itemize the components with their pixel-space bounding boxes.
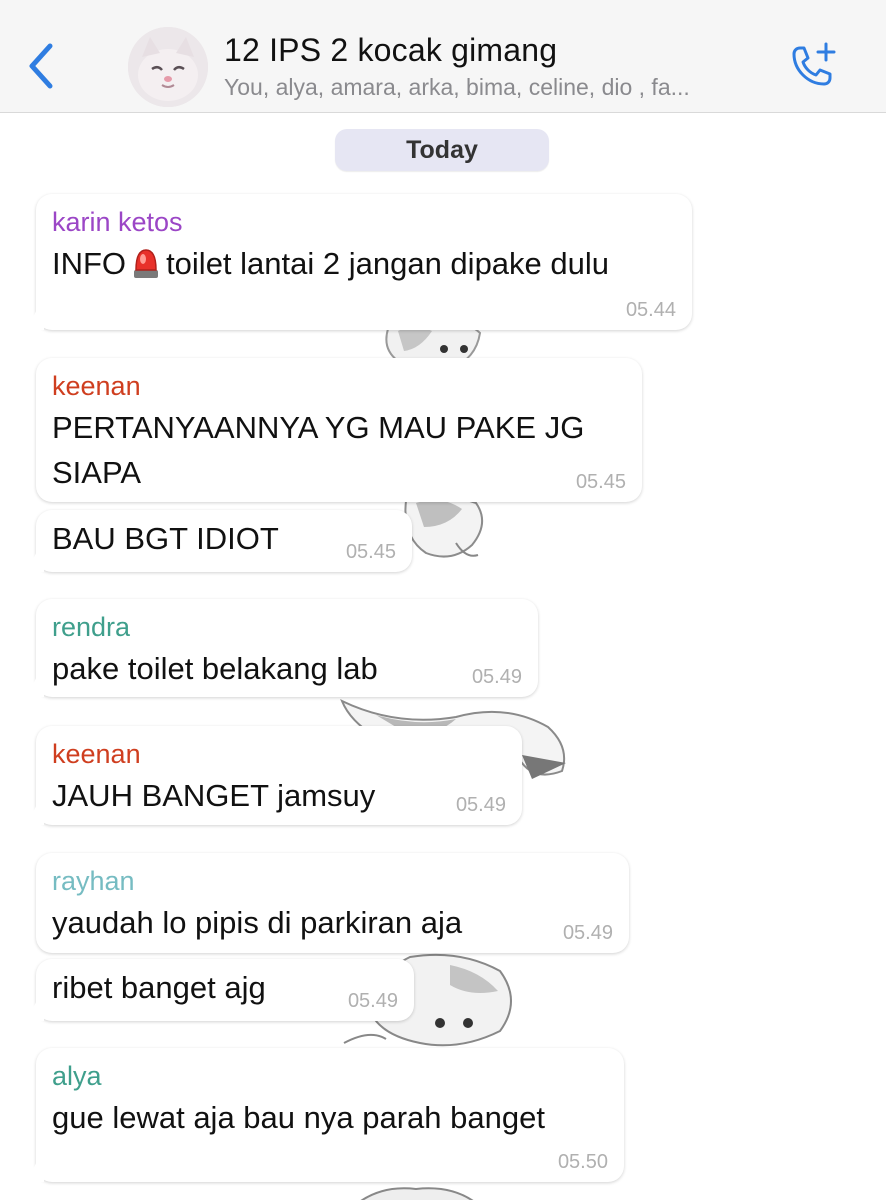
- police-light-icon: [130, 246, 162, 292]
- message-bubble[interactable]: alya gue lewat aja bau nya parah banget …: [36, 1048, 624, 1182]
- message-text: ribet banget ajg: [52, 970, 266, 1005]
- message-bubble[interactable]: karin ketos INFO toilet lantai 2 jangan d…: [36, 194, 692, 330]
- sender-name[interactable]: rayhan: [52, 862, 613, 900]
- message-time: 05.49: [471, 666, 522, 688]
- message-time: 05.49: [562, 922, 613, 944]
- group-members[interactable]: You, alya, amara, arka, bima, celine, di…: [224, 74, 784, 101]
- message-time: 05.44: [625, 299, 676, 321]
- message-bubble[interactable]: keenan JAUH BANGET jamsuy 05.49: [36, 726, 522, 825]
- message-time: 05.50: [557, 1151, 608, 1173]
- message-text: gue lewat aja bau nya parah banget: [52, 1100, 545, 1135]
- message-list[interactable]: Today karin ketos INFO toilet lantai 2 ja…: [0, 113, 886, 1200]
- sender-name[interactable]: keenan: [52, 735, 506, 773]
- message-bubble[interactable]: ribet banget ajg 05.49: [36, 959, 414, 1021]
- message-text: PERTANYAANNYA YG MAU PAKE JG SIAPA: [52, 410, 585, 490]
- message-time: 05.49: [455, 794, 506, 816]
- sender-name[interactable]: alya: [52, 1057, 608, 1095]
- message-text: JAUH BANGET jamsuy: [52, 778, 376, 813]
- phone-plus-icon: [792, 42, 836, 86]
- message-text-part: INFO: [52, 246, 127, 281]
- message-time: 05.45: [575, 471, 626, 493]
- message-text-part: toilet lantai 2 jangan dipake dulu: [166, 246, 610, 281]
- cat-sticker-5[interactable]: [352, 1183, 482, 1200]
- back-button[interactable]: [20, 38, 64, 94]
- group-avatar[interactable]: [128, 27, 208, 107]
- message-bubble[interactable]: keenan PERTANYAANNYA YG MAU PAKE JG SIAP…: [36, 358, 642, 502]
- sender-name[interactable]: rendra: [52, 608, 522, 646]
- sender-name[interactable]: keenan: [52, 367, 626, 405]
- message-text: BAU BGT IDIOT: [52, 521, 279, 556]
- sender-name[interactable]: karin ketos: [52, 203, 676, 241]
- add-call-button[interactable]: [784, 40, 840, 96]
- cat-avatar-icon: [128, 27, 208, 107]
- chat-header: 12 IPS 2 kocak gimang You, alya, amara, …: [0, 0, 886, 113]
- date-separator: Today: [335, 129, 549, 171]
- message-bubble[interactable]: rendra pake toilet belakang lab 05.49: [36, 599, 538, 697]
- message-text: yaudah lo pipis di parkiran aja: [52, 905, 463, 940]
- message-bubble[interactable]: BAU BGT IDIOT 05.45: [36, 510, 412, 572]
- message-bubble[interactable]: rayhan yaudah lo pipis di parkiran aja 0…: [36, 853, 629, 953]
- chevron-left-icon: [29, 43, 53, 89]
- group-title[interactable]: 12 IPS 2 kocak gimang: [224, 32, 557, 69]
- message-text: INFO toilet lantai 2 jangan dipake dulu: [52, 241, 676, 292]
- message-time: 05.45: [345, 541, 396, 563]
- message-time: 05.49: [347, 990, 398, 1012]
- message-text: pake toilet belakang lab: [52, 651, 378, 686]
